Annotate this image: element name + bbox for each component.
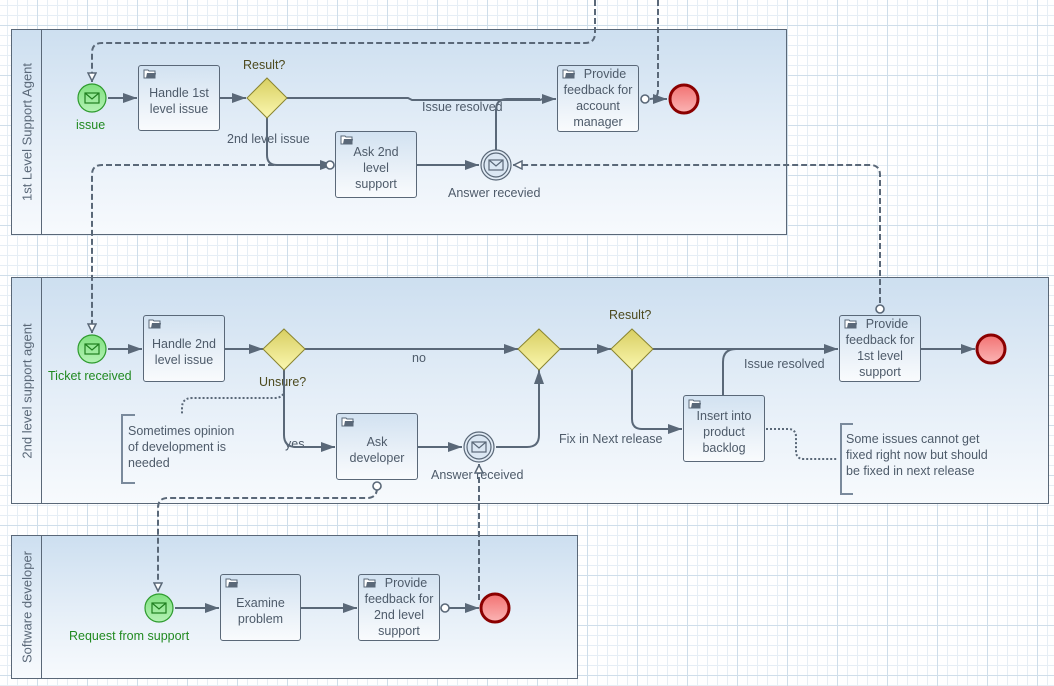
flow-label-2nd-level-issue: 2nd level issue xyxy=(227,132,310,146)
task-icon xyxy=(562,69,575,79)
task-label: Examine problem xyxy=(236,595,285,626)
task-label: Ask developer xyxy=(349,434,405,465)
flow-label-fix-next-release: Fix in Next release xyxy=(559,432,663,446)
start-event-request-from-support[interactable] xyxy=(144,593,174,623)
task-handle-2nd-level-issue[interactable]: Handle 2nd level issue xyxy=(143,315,225,382)
message-flow-source[interactable] xyxy=(325,160,335,170)
flow-label-issue-resolved: Issue resolved xyxy=(744,357,825,371)
message-flow-source[interactable] xyxy=(875,304,885,314)
annotation-opinion-of-development: Sometimes opinion of development is need… xyxy=(128,424,235,470)
message-flow-source[interactable] xyxy=(372,481,382,491)
task-provide-feedback-account-manager[interactable]: Provide feedback for account manager xyxy=(557,65,639,132)
intermediate-event-label: Answer received xyxy=(431,468,524,482)
flow-label-no: no xyxy=(412,351,426,365)
task-label: Insert into product backlog xyxy=(696,408,752,455)
start-event-label: Ticket received xyxy=(48,369,132,383)
start-event-label: issue xyxy=(76,118,106,132)
task-provide-feedback-1st-level-support[interactable]: Provide feedback for 1st level support xyxy=(839,315,921,382)
task-examine-problem[interactable]: Examine problem xyxy=(220,574,301,641)
task-icon xyxy=(363,578,376,588)
intermediate-event-answer-received-2[interactable] xyxy=(463,431,495,463)
task-label: Handle 1st level issue xyxy=(149,86,209,116)
task-icon xyxy=(688,399,701,409)
task-icon xyxy=(844,319,857,329)
end-event[interactable] xyxy=(975,333,1007,365)
annotation-fix-next-release: Some issues cannot get fixed right now b… xyxy=(846,432,988,478)
message-flow-source[interactable] xyxy=(440,603,450,613)
task-ask-developer[interactable]: Ask developer xyxy=(336,413,418,480)
lane-title: 1st Level Support Agent xyxy=(19,62,34,202)
task-handle-1st-level-issue[interactable]: Handle 1st level issue xyxy=(138,65,220,131)
start-event-issue[interactable] xyxy=(77,83,107,113)
task-insert-into-product-backlog[interactable]: Insert into product backlog xyxy=(683,395,765,462)
lane-header[interactable]: 1st Level Support Agent xyxy=(12,30,42,234)
lane-title: 2nd level support agent xyxy=(19,322,34,459)
task-icon xyxy=(341,417,354,427)
end-event[interactable] xyxy=(479,592,511,624)
task-icon xyxy=(225,578,238,588)
task-provide-feedback-2nd-level-support[interactable]: Provide feedback for 2nd level support xyxy=(358,574,440,641)
lane-header[interactable]: Software developer xyxy=(12,536,42,678)
task-icon xyxy=(340,135,353,145)
message-flow-source[interactable] xyxy=(640,94,650,104)
task-label: Handle 2nd level issue xyxy=(152,336,216,367)
intermediate-event-label: Answer recevied xyxy=(448,186,541,200)
task-ask-2nd-level-support[interactable]: Ask 2nd level support xyxy=(335,131,417,198)
flow-label-issue-resolved: Issue resolved xyxy=(422,100,503,114)
start-event-ticket-received[interactable] xyxy=(77,334,107,364)
start-event-label: Request from support xyxy=(69,629,190,643)
gateway-label: Result? xyxy=(609,308,652,322)
task-label: Ask 2nd level support xyxy=(353,144,399,191)
task-icon xyxy=(143,69,156,79)
end-event[interactable] xyxy=(668,83,700,115)
gateway-label: Unsure? xyxy=(259,375,307,389)
gateway-label: Result? xyxy=(243,58,286,72)
lane-header[interactable]: 2nd level support agent xyxy=(12,278,42,503)
task-icon xyxy=(148,319,161,329)
lane-title: Software developer xyxy=(19,550,34,664)
intermediate-event-answer-received-1[interactable] xyxy=(480,149,512,181)
